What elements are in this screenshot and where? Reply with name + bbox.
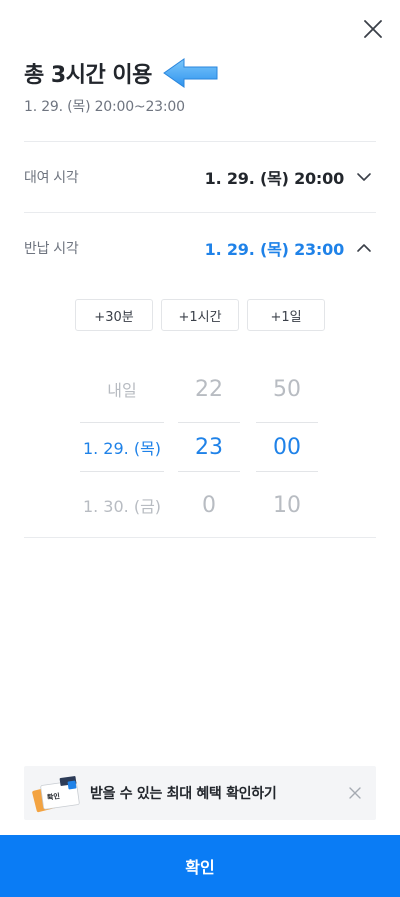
coupon-label: 확인 <box>46 791 60 802</box>
benefit-banner-text: 받을 수 있는 최대 혜택 확인하기 <box>90 786 277 802</box>
benefit-banner[interactable]: 확인 받을 수 있는 최대 혜택 확인하기 <box>24 766 376 820</box>
coupon-cards-icon: 확인 <box>32 776 80 813</box>
date-option-selected[interactable]: 1. 29. (목) <box>80 422 164 472</box>
chevron-down-icon <box>357 173 371 181</box>
page-title: 총 3시간 이용 <box>24 63 152 88</box>
rental-time-label: 대여 시각 <box>24 170 79 186</box>
return-time-label: 반납 시각 <box>24 241 79 257</box>
chevron-up-icon <box>357 244 371 252</box>
add-1day-button[interactable]: +1일 <box>247 299 325 331</box>
confirm-button[interactable]: 확인 <box>0 835 400 897</box>
rental-time-value: 1. 29. (목) 20:00 <box>204 169 345 188</box>
return-time-row[interactable]: 반납 시각 1. 29. (목) 23:00 <box>24 213 376 283</box>
minute-option[interactable]: 10 <box>256 476 318 534</box>
hour-option[interactable]: 22 <box>178 360 240 418</box>
date-option[interactable]: 내일 <box>80 360 164 418</box>
close-button[interactable] <box>360 16 386 42</box>
usage-period: 1. 29. (목) 20:00~23:00 <box>24 99 185 115</box>
date-option[interactable]: 1. 30. (금) <box>80 476 164 534</box>
title-row: 총 3시간 이용 <box>24 56 220 90</box>
minute-option-selected[interactable]: 00 <box>256 422 318 472</box>
date-wheel[interactable]: 내일 1. 29. (목) 1. 30. (금) <box>80 360 164 536</box>
minute-option[interactable]: 50 <box>256 360 318 418</box>
hour-wheel[interactable]: 22 23 0 <box>178 360 240 536</box>
arrow-left-icon <box>162 58 218 88</box>
divider <box>24 537 376 538</box>
minute-wheel[interactable]: 50 00 10 <box>256 360 318 536</box>
hour-option-selected[interactable]: 23 <box>178 422 240 472</box>
add-1hour-button[interactable]: +1시간 <box>161 299 239 331</box>
add-30min-button[interactable]: +30분 <box>75 299 153 331</box>
return-time-value: 1. 29. (목) 23:00 <box>204 240 345 259</box>
quick-add-buttons: +30분 +1시간 +1일 <box>75 299 325 331</box>
close-icon <box>364 20 382 38</box>
close-icon[interactable] <box>348 786 362 800</box>
hour-option[interactable]: 0 <box>178 476 240 534</box>
rental-time-row[interactable]: 대여 시각 1. 29. (목) 20:00 <box>24 142 376 212</box>
